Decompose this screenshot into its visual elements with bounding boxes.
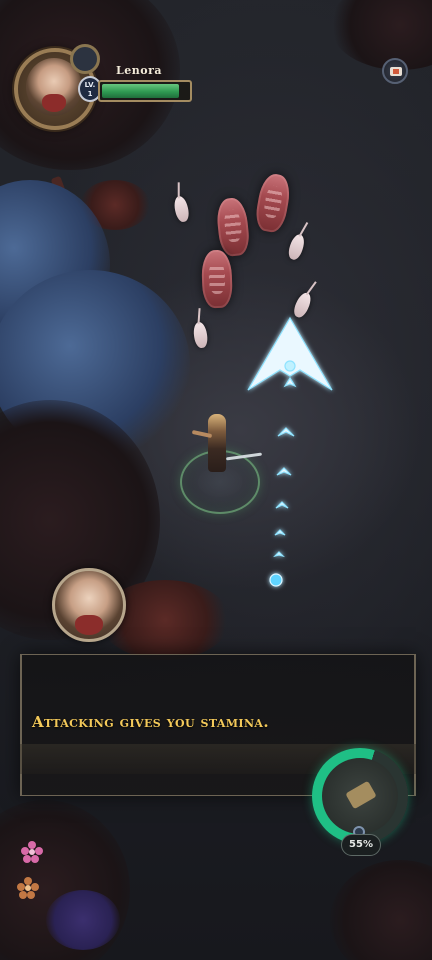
player-character[interactable] <box>208 414 226 472</box>
stamina-percent: 55% <box>341 834 381 856</box>
tutorial-message: Attacking gives you stamina. <box>32 713 269 731</box>
dark-bush-bottom-right <box>330 860 432 960</box>
enemy-rat[interactable] <box>172 194 191 224</box>
enemy-boar[interactable] <box>200 249 234 309</box>
gear-icon <box>70 44 100 74</box>
aim-origin-icon <box>269 573 283 587</box>
enemy-rat[interactable] <box>291 290 314 320</box>
health-bar <box>98 80 192 102</box>
player-name: Lenora <box>116 64 162 77</box>
tree-canopy-top-right <box>330 0 432 70</box>
level-value: 1 <box>87 90 93 98</box>
enemy-rat[interactable] <box>192 321 209 349</box>
map-button[interactable] <box>382 58 408 84</box>
enemy-boar[interactable] <box>215 196 251 258</box>
aim-arrowhead-icon <box>247 316 333 391</box>
pink-flower-icon <box>21 841 43 863</box>
health-bar-fill <box>102 84 179 98</box>
level-label: LV. <box>84 81 96 89</box>
purple-rock <box>46 890 120 950</box>
map-icon <box>390 67 402 76</box>
orange-flower-icon <box>17 877 39 899</box>
speaker-avatar <box>52 568 126 642</box>
enemy-boar[interactable] <box>253 171 293 235</box>
enemy-rat[interactable] <box>286 232 307 262</box>
